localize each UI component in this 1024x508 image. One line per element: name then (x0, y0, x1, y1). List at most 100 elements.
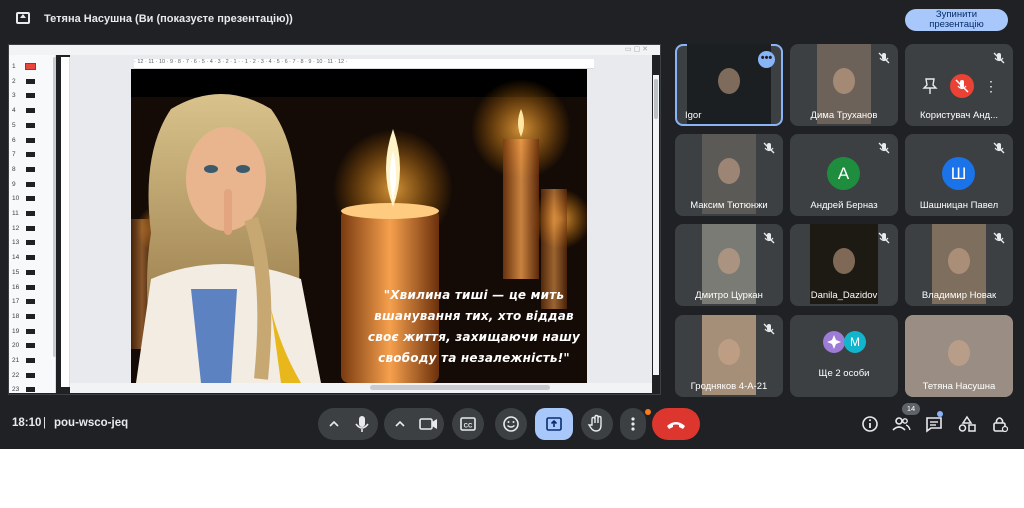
participant-tile[interactable]: Тетяна Насушна (905, 315, 1013, 397)
people-icon[interactable] (891, 414, 911, 434)
slide-number[interactable]: 16 (12, 284, 19, 291)
camera-control-group (384, 408, 444, 440)
slide-thumbnail[interactable] (26, 78, 35, 84)
participant-tile[interactable]: Дима Труханов (790, 44, 898, 126)
editor-horizontal-scrollbar[interactable] (70, 383, 652, 393)
participant-name: Владимир Новак (921, 290, 997, 301)
slide-number[interactable]: 6 (12, 137, 16, 144)
activities-icon[interactable] (957, 414, 977, 434)
slide-number[interactable]: 22 (12, 372, 19, 379)
chat-icon[interactable] (924, 414, 944, 434)
emoji-icon (503, 416, 519, 432)
participant-face (718, 339, 740, 365)
slide-number[interactable]: 12 (12, 225, 19, 232)
slide-number[interactable]: 4 (12, 107, 16, 114)
participant-name: Максим Тютюнжи (690, 200, 768, 211)
meeting-code[interactable]: pou-wsco-jeq (54, 417, 128, 429)
participant-tile[interactable]: Danila_Dazidov (790, 224, 898, 306)
participant-tile[interactable]: Максим Тютюнжи (675, 134, 783, 216)
slide-thumbnail[interactable] (25, 63, 36, 70)
camera-options-chevron-icon[interactable] (388, 408, 412, 440)
emoji-button[interactable] (495, 408, 527, 440)
slide-number[interactable]: 19 (12, 328, 19, 335)
participant-face (948, 340, 970, 366)
participant-tile[interactable]: А Андрей Берназ (790, 134, 898, 216)
participant-tile[interactable]: Дмитро Цуркан (675, 224, 783, 306)
slide-number[interactable]: 2 (12, 78, 16, 85)
participant-tile[interactable]: Ш Шашницан Павел (905, 134, 1013, 216)
slide-number[interactable]: 5 (12, 122, 16, 129)
mic-options-chevron-icon[interactable] (322, 408, 346, 440)
participant-face (718, 68, 740, 94)
tile-options-icon[interactable]: ••• (758, 51, 775, 68)
slide-quote: "Хвилина тиші — це мить вшанування тих, … (367, 285, 581, 369)
slide-thumbnail[interactable] (26, 166, 35, 172)
info-icon[interactable] (860, 414, 880, 434)
slides-panel-scrollbar[interactable] (53, 57, 56, 357)
participant-avatar: Ш (942, 157, 975, 190)
quote-line-4: свободу та незалежність!" (378, 351, 570, 365)
slide-thumbnail[interactable] (26, 93, 35, 99)
slide-number[interactable]: 13 (12, 239, 19, 246)
slide-thumbnail[interactable] (26, 372, 35, 378)
slide-number[interactable]: 20 (12, 342, 19, 349)
slide-number[interactable]: 3 (12, 92, 16, 99)
captions-button[interactable]: CC (452, 408, 484, 440)
slide-number[interactable]: 23 (12, 386, 19, 393)
editor-vertical-scrollbar[interactable] (653, 75, 659, 375)
slide-number[interactable]: 21 (12, 357, 19, 364)
mic-icon[interactable] (346, 408, 378, 440)
participant-tile[interactable]: Гродняков 4-А-21 (675, 315, 783, 397)
slide-thumbnail[interactable] (26, 240, 35, 246)
slide-number[interactable]: 15 (12, 269, 19, 276)
slide-thumbnail[interactable] (26, 225, 35, 231)
more-participants-avatar: М (844, 331, 866, 353)
leave-call-button[interactable] (652, 408, 700, 440)
separator: | (43, 417, 46, 429)
slide-number[interactable]: 18 (12, 313, 19, 320)
slide-thumbnail[interactable] (26, 328, 35, 334)
slide-number[interactable]: 7 (12, 151, 16, 158)
participant-tile[interactable]: ⋮ Користувач Анд... (905, 44, 1013, 126)
slide-thumbnail[interactable] (26, 137, 35, 143)
more-options-button[interactable] (620, 408, 646, 440)
slide-number[interactable]: 8 (12, 166, 16, 173)
mic-off-icon (876, 230, 892, 246)
mic-off-icon (991, 50, 1007, 66)
camera-icon[interactable] (412, 408, 444, 440)
slide-thumbnail[interactable] (26, 152, 35, 158)
slide-thumbnail[interactable] (26, 122, 35, 128)
slide-thumbnail[interactable] (26, 196, 35, 202)
slide-thumbnail[interactable] (26, 313, 35, 319)
present-screen-icon (546, 417, 562, 431)
participant-tile[interactable]: Владимир Новак (905, 224, 1013, 306)
slide-thumbnail[interactable] (26, 211, 35, 216)
slide-number[interactable]: 17 (12, 298, 19, 305)
participant-tile[interactable]: М Ще 2 особи (790, 315, 898, 397)
slide-number[interactable]: 11 (12, 210, 19, 217)
slide-thumbnail[interactable] (26, 358, 35, 363)
slide-number[interactable]: 10 (12, 195, 19, 202)
window-controls-icon: ▭ ▢ ✕ (625, 46, 648, 53)
tile-more-icon[interactable]: ⋮ (984, 75, 998, 97)
slide-number[interactable]: 14 (12, 254, 19, 261)
host-controls-icon[interactable] (990, 414, 1010, 434)
slide-thumbnail[interactable] (26, 387, 35, 393)
slide-thumbnail[interactable] (26, 255, 35, 261)
slide-number[interactable]: 1 (12, 63, 16, 70)
slide-thumbnail[interactable] (26, 108, 35, 114)
slide-thumbnail[interactable] (26, 299, 35, 305)
call-controls-bar: 18:10 | pou-wsco-jeq CC (0, 404, 1024, 444)
present-screen-button[interactable] (535, 408, 573, 440)
slide-thumbnail[interactable] (26, 269, 35, 275)
participant-face (833, 68, 855, 94)
pin-icon[interactable] (922, 77, 938, 95)
slide-number[interactable]: 9 (12, 181, 16, 188)
slide-thumbnail[interactable] (26, 284, 35, 290)
slide-thumbnail[interactable] (26, 181, 35, 187)
slide-thumbnail[interactable] (26, 343, 35, 349)
raise-hand-button[interactable] (581, 408, 613, 440)
participant-tile[interactable]: ••• Igor (675, 44, 783, 126)
stop-presenting-button[interactable]: Зупинити презентацію (905, 9, 1008, 31)
mute-participant-button[interactable] (950, 74, 974, 98)
